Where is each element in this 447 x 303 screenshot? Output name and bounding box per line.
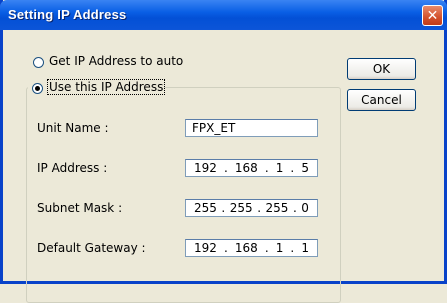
- window-title: Setting IP Address: [8, 7, 127, 22]
- dot-sep: .: [223, 241, 228, 255]
- title-bar[interactable]: Setting IP Address ✕: [0, 0, 447, 30]
- gateway-octet-3: 1: [275, 241, 284, 255]
- dialog-content: Get IP Address to auto Use this IP Addre…: [3, 30, 444, 303]
- dot-sep: .: [264, 161, 269, 175]
- unit-name-label: Unit Name :: [37, 121, 109, 135]
- radio-auto[interactable]: [33, 57, 44, 68]
- dot-sep: .: [221, 201, 226, 215]
- ok-button[interactable]: OK: [347, 58, 416, 80]
- ip-address-label: IP Address :: [37, 161, 108, 175]
- dot-sep: .: [290, 161, 295, 175]
- dialog-window: Setting IP Address ✕ Get IP Address to a…: [0, 0, 447, 303]
- ip-address-field[interactable]: 192. 168. 1. 5: [185, 159, 318, 177]
- ip-octet-2: 168: [234, 161, 258, 175]
- subnet-mask-label: Subnet Mask :: [37, 201, 123, 215]
- dot-sep: .: [257, 201, 262, 215]
- radio-selected-dot: [35, 86, 40, 91]
- subnet-mask-field[interactable]: 255. 255. 255. 0: [185, 199, 318, 217]
- default-gateway-field[interactable]: 192. 168. 1. 1: [185, 239, 318, 257]
- close-icon: ✕: [426, 8, 439, 24]
- close-button[interactable]: ✕: [422, 5, 443, 26]
- dot-sep: .: [264, 241, 269, 255]
- subnet-octet-1: 255: [194, 201, 217, 215]
- gateway-octet-4: 1: [301, 241, 309, 255]
- gateway-octet-2: 168: [234, 241, 258, 255]
- unit-name-field[interactable]: FPX_ET: [185, 119, 318, 137]
- default-gateway-label: Default Gateway :: [37, 241, 146, 255]
- dot-sep: .: [223, 161, 228, 175]
- subnet-octet-3: 255: [265, 201, 289, 215]
- ip-octet-4: 5: [301, 161, 309, 175]
- radio-manual[interactable]: [32, 83, 43, 94]
- subnet-octet-2: 255: [229, 201, 253, 215]
- gateway-octet-1: 192: [194, 241, 217, 255]
- radio-auto-label[interactable]: Get IP Address to auto: [49, 54, 183, 68]
- subnet-octet-4: 0: [301, 201, 309, 215]
- cancel-button[interactable]: Cancel: [347, 89, 416, 111]
- dot-sep: .: [290, 241, 295, 255]
- dot-sep: .: [292, 201, 297, 215]
- ip-octet-1: 192: [194, 161, 217, 175]
- ip-octet-3: 1: [275, 161, 284, 175]
- radio-manual-label[interactable]: Use this IP Address: [47, 79, 166, 95]
